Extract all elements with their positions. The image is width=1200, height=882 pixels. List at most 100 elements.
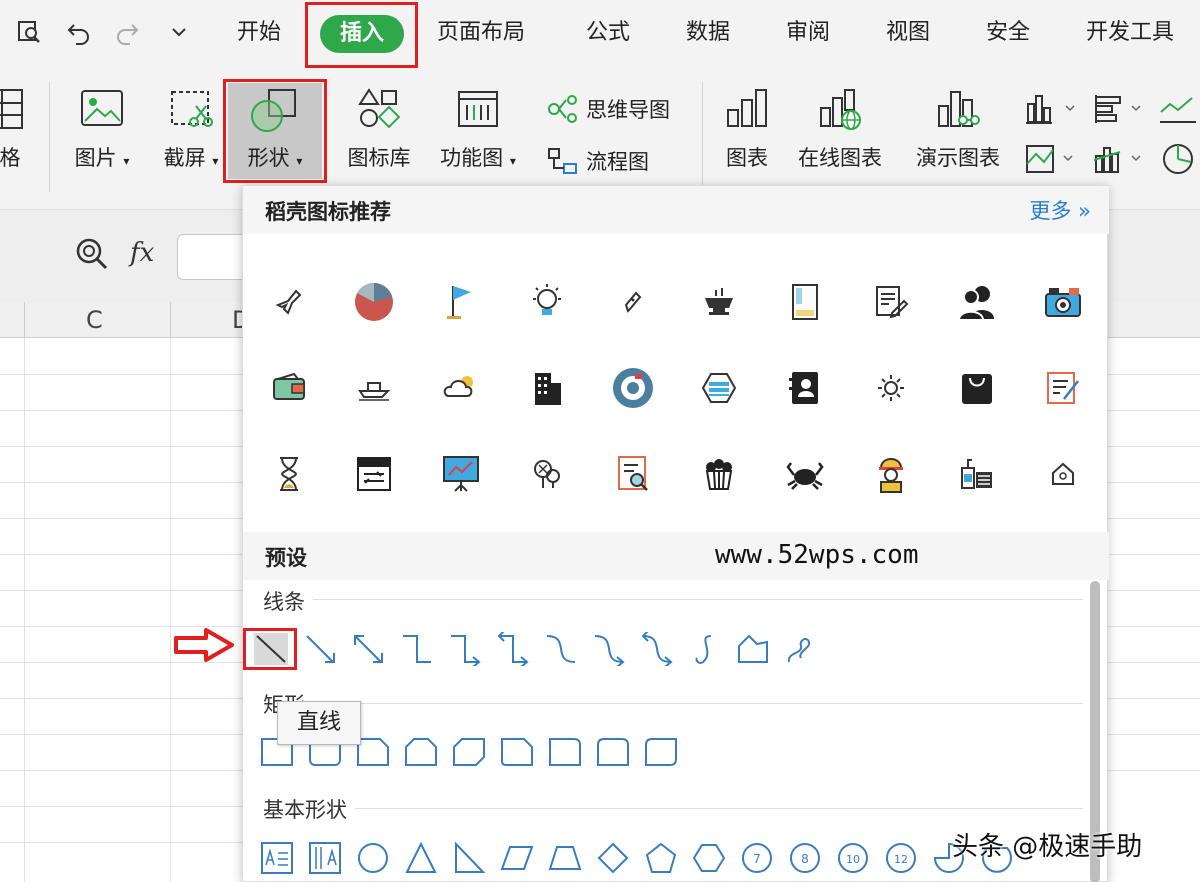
scissors-icon [171, 91, 213, 127]
curved-double-arrow-connector-shape[interactable] [637, 629, 677, 669]
bar-horizontal-chart-button[interactable] [1092, 92, 1148, 130]
popcorn-icon[interactable] [689, 444, 749, 504]
icon-library-button[interactable]: 图标库 [337, 86, 421, 172]
tab-page-layout[interactable]: 页面布局 [437, 14, 525, 52]
incense-burner-icon[interactable] [689, 272, 749, 332]
parallelogram-shape[interactable] [497, 838, 537, 878]
elbow-double-arrow-connector-shape[interactable] [493, 629, 533, 669]
octagon-shape[interactable]: 8 [785, 838, 825, 878]
tab-developer-tools[interactable]: 开发工具 [1086, 14, 1174, 52]
online-chart-button[interactable]: 在线图表 [790, 86, 890, 172]
diamond-shape[interactable] [593, 838, 633, 878]
notes-icon[interactable] [1033, 358, 1093, 418]
column-chart-button[interactable] [1024, 92, 1080, 130]
scribble-shape[interactable] [781, 629, 821, 669]
grid-line [24, 338, 25, 882]
weather-icon[interactable] [431, 358, 491, 418]
pentagon-shape[interactable] [641, 838, 681, 878]
freeform-shape[interactable] [733, 629, 773, 669]
hourglass-icon[interactable] [259, 444, 319, 504]
zoom-search-icon[interactable] [74, 236, 110, 276]
undo-icon[interactable] [64, 17, 94, 47]
shopping-bag-icon[interactable] [947, 358, 1007, 418]
record-icon[interactable] [603, 358, 663, 418]
search-document-icon[interactable] [603, 444, 663, 504]
snip-diagonal-rectangle-shape[interactable] [449, 732, 489, 772]
right-triangle-shape[interactable] [449, 838, 489, 878]
double-arrow-line-shape[interactable] [349, 629, 389, 669]
curved-arrow-connector-shape[interactable] [589, 629, 629, 669]
curve-shape[interactable] [685, 629, 725, 669]
line-shape[interactable] [251, 629, 291, 669]
elbow-arrow-connector-shape[interactable] [445, 629, 485, 669]
round-snip-rectangle-shape[interactable] [497, 732, 537, 772]
grid-line [1106, 626, 1200, 627]
presentation-chart-button[interactable]: 演示图表 [906, 86, 1010, 172]
elbow-connector-shape[interactable] [397, 629, 437, 669]
drink-machine-icon[interactable] [947, 444, 1007, 504]
tab-data[interactable]: 数据 [686, 14, 730, 52]
building-icon[interactable] [517, 358, 577, 418]
flag-icon[interactable] [431, 272, 491, 332]
snip-same-side-rectangle-shape[interactable] [401, 732, 441, 772]
airplane-icon[interactable] [259, 272, 319, 332]
pie-chart-button[interactable] [1158, 142, 1198, 180]
tab-security[interactable]: 安全 [986, 14, 1030, 52]
chevron-down-icon[interactable] [164, 17, 194, 47]
tab-view[interactable]: 视图 [886, 14, 930, 52]
vertical-text-box-shape[interactable] [305, 838, 345, 878]
more-link[interactable]: 更多 » [1029, 195, 1091, 225]
grid-line [1106, 734, 1200, 735]
camera-icon[interactable] [1033, 272, 1093, 332]
tab-insert[interactable]: 插入 [320, 15, 404, 53]
users-icon[interactable] [947, 272, 1007, 332]
curved-connector-shape[interactable] [541, 629, 581, 669]
worker-icon[interactable] [861, 444, 921, 504]
round-single-corner-rectangle-shape[interactable] [545, 732, 585, 772]
pen-icon[interactable] [603, 272, 663, 332]
table-button[interactable]: 格 [0, 86, 28, 172]
print-preview-icon[interactable] [14, 17, 44, 47]
crab-icon[interactable] [775, 444, 835, 504]
flowchart-button[interactable]: 流程图 [546, 146, 649, 176]
edit-document-icon[interactable] [861, 272, 921, 332]
trapezoid-shape[interactable] [545, 838, 585, 878]
plant-icon[interactable] [517, 444, 577, 504]
chart-button[interactable]: 图表 [716, 86, 778, 172]
grid-line [0, 482, 242, 483]
dodecagon-shape[interactable]: 12 [881, 838, 921, 878]
layers-icon[interactable] [689, 358, 749, 418]
picture-button[interactable]: 图片 ▾ [64, 86, 140, 172]
boat-icon[interactable] [344, 358, 404, 418]
arrow-line-shape[interactable] [301, 629, 341, 669]
text-box-shape[interactable] [257, 838, 297, 878]
house-icon[interactable] [1033, 444, 1093, 504]
redo-icon[interactable] [112, 17, 142, 47]
round-same-side-rectangle-shape[interactable] [593, 732, 633, 772]
triangle-shape[interactable] [401, 838, 441, 878]
document-icon[interactable] [775, 272, 835, 332]
lightbulb-icon[interactable] [517, 272, 577, 332]
line-chart-button[interactable] [1158, 92, 1198, 130]
round-diagonal-rectangle-shape[interactable] [641, 732, 681, 772]
hexagon-shape[interactable] [689, 838, 729, 878]
presentation-board-icon[interactable] [431, 444, 491, 504]
decagon-shape[interactable]: 10 [833, 838, 873, 878]
contacts-icon[interactable] [775, 358, 835, 418]
screenshot-button[interactable]: 截屏 ▾ [153, 86, 229, 172]
function-icon[interactable]: fx [130, 238, 154, 268]
column-header-c[interactable]: C [86, 306, 103, 334]
wallet-icon[interactable] [259, 358, 319, 418]
area-chart-button[interactable] [1024, 142, 1080, 180]
circle-shape[interactable] [353, 838, 393, 878]
tab-review[interactable]: 审阅 [786, 14, 830, 52]
heptagon-shape[interactable]: 7 [737, 838, 777, 878]
stock-chart-button[interactable] [1092, 142, 1148, 180]
pie-chart-icon[interactable] [344, 272, 404, 332]
mind-map-button[interactable]: 思维导图 [546, 94, 670, 124]
sun-icon[interactable] [861, 358, 921, 418]
tab-home[interactable]: 开始 [237, 14, 281, 52]
function-chart-button[interactable]: 功能图 ▾ [432, 86, 524, 172]
tab-formulas[interactable]: 公式 [586, 14, 630, 52]
sale-sign-icon[interactable] [344, 444, 404, 504]
